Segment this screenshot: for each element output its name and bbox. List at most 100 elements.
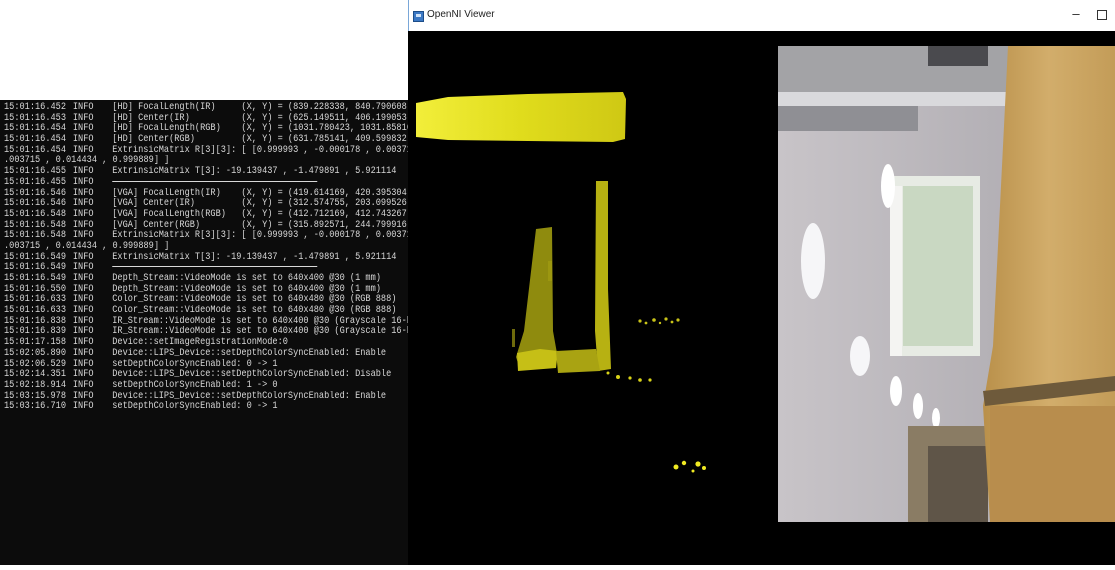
log-level: INFO (72, 294, 94, 306)
console-line: 15:01:16.548 INFO [VGA] Center(RGB) (X, Y)… (4, 220, 408, 231)
log-level: INFO (72, 273, 94, 284)
log-message: Device::LIPS_Device::setDepthColorSyncEn… (112, 347, 387, 359)
depth-stream-view[interactable] (408, 31, 778, 565)
maximize-button[interactable] (1090, 6, 1112, 24)
log-timestamp: 15:01:16.454 (4, 144, 67, 156)
log-timestamp: 15:01:16.839 (4, 326, 67, 338)
log-timestamp: 15:02:14.351 (4, 369, 67, 380)
log-message: Depth_Stream::VideoMode is set to 640x40… (112, 273, 381, 284)
console-line: 15:01:16.452 INFO [HD] FocalLength(IR) (X,… (4, 102, 408, 113)
log-timestamp: 15:01:16.546 (4, 198, 67, 209)
log-message: Color_Stream::VideoMode is set to 640x48… (112, 294, 397, 306)
log-message: [VGA] Center(IR) (X, Y) = (312.574755, 2… (112, 198, 408, 209)
log-level: INFO (72, 390, 94, 402)
log-message: Depth_Stream::VideoMode is set to 640x40… (112, 283, 381, 295)
log-message: [VGA] FocalLength(RGB) (X, Y) = (412.712… (112, 208, 408, 220)
log-message: IR_Stream::VideoMode is set to 640x400 @… (112, 315, 408, 327)
log-timestamp: 15:02:18.914 (4, 379, 67, 391)
log-message: [HD] Center(RGB) (X, Y) = (631.785141, 4… (112, 134, 408, 145)
log-separator (112, 180, 318, 182)
log-level: INFO (72, 123, 94, 135)
minimize-button[interactable]: – (1065, 6, 1087, 24)
log-message: [HD] FocalLength(RGB) (X, Y) = (1031.780… (112, 123, 408, 135)
console-line: 15:01:16.548 INFO [VGA] FocalLength(RGB) (… (4, 209, 408, 220)
log-level: INFO (72, 230, 94, 241)
log-timestamp: 15:01:16.455 (4, 176, 67, 188)
console-line: 15:01:16.550 INFO Depth_Stream::VideoMode … (4, 284, 408, 295)
console-line: 15:01:16.455 INFO ExtrinsicMatrix T[3]: -1… (4, 166, 408, 177)
log-timestamp: 15:01:16.548 (4, 208, 67, 220)
console-line: 15:01:16.454 INFO [HD] Center(RGB) (X, Y) … (4, 134, 408, 145)
log-level: INFO (72, 379, 94, 391)
log-timestamp: 15:01:16.453 (4, 112, 67, 124)
log-timestamp: 15:01:16.838 (4, 315, 67, 327)
console-window[interactable]: 15:01:16.452 INFO [HD] FocalLength(IR) (X,… (0, 100, 408, 565)
log-timestamp: 15:01:16.549 (4, 262, 67, 273)
console-line: 15:02:06.529 INFO setDepthColorSyncEnabled… (4, 359, 408, 370)
log-timestamp: 15:01:16.550 (4, 283, 67, 295)
log-timestamp: 15:02:06.529 (4, 358, 67, 370)
log-level: INFO (72, 347, 94, 359)
log-timestamp: 15:01:17.158 (4, 337, 67, 348)
console-line: 15:02:14.351 INFO Device::LIPS_Device::set… (4, 369, 408, 380)
console-line: 15:03:15.978 INFO Device::LIPS_Device::set… (4, 391, 408, 402)
log-level: INFO (72, 102, 94, 113)
console-line: 15:01:17.158 INFO Device::setImageRegistra… (4, 337, 408, 348)
console-line: 15:02:18.914 INFO setDepthColorSyncEnabled… (4, 380, 408, 391)
console-line: 15:01:16.633 INFO Color_Stream::VideoMode … (4, 305, 408, 316)
log-timestamp: 15:01:16.454 (4, 123, 67, 135)
console-line: .003715 , 0.014434 , 0.999889] ] (4, 241, 408, 252)
log-message: .003715 , 0.014434 , 0.999889] ] (4, 240, 170, 252)
log-message: ExtrinsicMatrix R[3][3]: [ [0.999993 , -… (112, 144, 408, 156)
log-timestamp: 15:01:16.633 (4, 305, 67, 316)
log-level: INFO (72, 112, 94, 124)
console-line: 15:01:16.549 INFO ExtrinsicMatrix T[3]: -1… (4, 252, 408, 263)
log-message: Device::LIPS_Device::setDepthColorSyncEn… (112, 369, 392, 380)
console-line: 15:01:16.838 INFO IR_Stream::VideoMode is … (4, 316, 408, 327)
log-level: INFO (72, 326, 94, 338)
log-timestamp: 15:01:16.549 (4, 251, 67, 263)
console-line: 15:01:16.839 INFO IR_Stream::VideoMode is … (4, 326, 408, 337)
log-timestamp: 15:01:16.455 (4, 166, 67, 177)
maximize-icon (1097, 10, 1107, 20)
log-level: INFO (72, 208, 94, 220)
log-message: [VGA] Center(RGB) (X, Y) = (315.892571, … (112, 219, 408, 231)
log-message: setDepthColorSyncEnabled: 0 -> 1 (112, 358, 278, 370)
log-level: INFO (72, 144, 94, 156)
log-timestamp: 15:02:05.890 (4, 347, 67, 359)
log-level: INFO (72, 369, 94, 380)
console-line: 15:01:16.455 INFO (4, 177, 408, 188)
log-message: .003715 , 0.014434 , 0.999889] ] (4, 155, 170, 167)
color-image (778, 46, 1115, 522)
log-message: [HD] FocalLength(IR) (X, Y) = (839.22833… (112, 102, 408, 113)
console-line: 15:01:16.549 INFO (4, 262, 408, 273)
log-separator (112, 266, 318, 268)
console-line: 15:01:16.549 INFO Depth_Stream::VideoMode … (4, 273, 408, 284)
console-line: 15:01:16.454 INFO [HD] FocalLength(RGB) (X… (4, 123, 408, 134)
log-timestamp: 15:01:16.454 (4, 134, 67, 145)
log-timestamp: 15:01:16.452 (4, 102, 67, 113)
console-line: 15:01:16.546 INFO [VGA] FocalLength(IR) (X… (4, 188, 408, 199)
console-line: 15:01:16.548 INFO ExtrinsicMatrix R[3][3]:… (4, 230, 408, 241)
depth-object-bar (416, 92, 626, 142)
title-bar[interactable]: OpenNI Viewer – (408, 0, 1115, 31)
log-timestamp: 15:01:16.546 (4, 187, 67, 199)
log-level: INFO (72, 315, 94, 327)
log-message: IR_Stream::VideoMode is set to 640x400 @… (112, 326, 408, 338)
log-message: ExtrinsicMatrix R[3][3]: [ [0.999993 , -… (112, 230, 408, 241)
log-timestamp: 15:01:16.548 (4, 230, 67, 241)
depth-object-right-post (595, 181, 611, 371)
console-line: 15:01:16.633 INFO Color_Stream::VideoMode … (4, 294, 408, 305)
console-line: 15:01:16.453 INFO [HD] Center(IR) (X, Y) =… (4, 113, 408, 124)
depth-object-left-post (516, 227, 558, 369)
log-message: [HD] Center(IR) (X, Y) = (625.149511, 40… (112, 112, 408, 124)
color-stream-view[interactable] (778, 46, 1115, 522)
log-level: INFO (72, 262, 94, 273)
openni-viewer-window[interactable]: OpenNI Viewer – (408, 0, 1115, 565)
log-level: INFO (72, 358, 94, 370)
log-timestamp: 15:01:16.548 (4, 219, 67, 231)
depth-image (416, 92, 706, 473)
app-icon (413, 11, 424, 22)
log-timestamp: 15:03:16.710 (4, 401, 67, 412)
log-level: INFO (72, 219, 94, 231)
